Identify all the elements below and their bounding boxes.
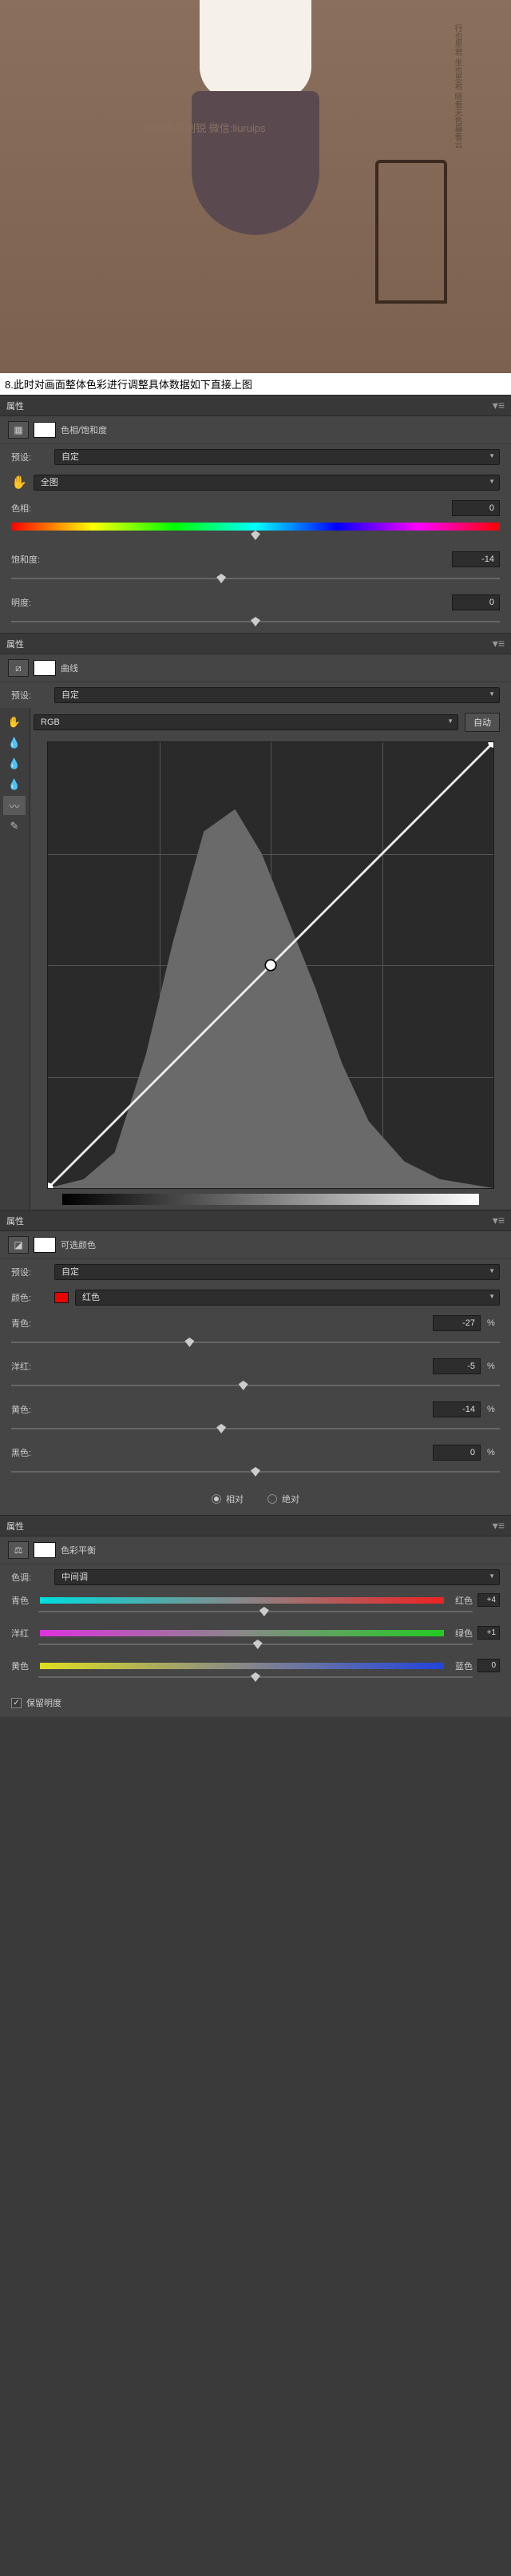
green-end-label: 绿色 — [449, 1627, 473, 1640]
yel-end-label: 黄色 — [11, 1660, 35, 1672]
hsl-icon: ▦ — [8, 421, 29, 439]
pct-label: % — [487, 1405, 500, 1414]
panel-menu-icon[interactable]: ▾≡ — [493, 399, 505, 412]
tone-select[interactable]: 中间调 — [54, 1569, 500, 1585]
cyan-end-label: 青色 — [11, 1594, 35, 1607]
tone-label: 色调: — [11, 1571, 48, 1584]
yel-slider[interactable] — [11, 1427, 500, 1430]
selcol-preset-select[interactable]: 自定 — [54, 1264, 500, 1280]
cb-v2-input[interactable] — [477, 1626, 500, 1640]
layer-mask-icon[interactable] — [34, 1237, 56, 1253]
curves-tools: ✋ 💧 💧 💧 〰 ✎ — [0, 708, 30, 1210]
hue-input[interactable] — [452, 500, 500, 516]
hand-tool-icon[interactable]: ✋ — [11, 475, 27, 491]
eyedrop-black-icon[interactable]: 💧 — [3, 733, 26, 753]
hsl-title: 色相/饱和度 — [61, 423, 107, 436]
radio-absolute[interactable]: 绝对 — [267, 1493, 299, 1505]
cbal-icon: ⚖ — [8, 1541, 29, 1559]
pencil-tool-icon[interactable]: ✎ — [3, 817, 26, 836]
curves-icon: ⧄ — [8, 659, 29, 677]
lum-label: 明度: — [11, 596, 48, 609]
point-tool-icon[interactable]: 〰 — [3, 796, 26, 815]
mag-end-label: 洋红 — [11, 1627, 35, 1640]
panel-menu-icon[interactable]: ▾≡ — [493, 637, 505, 650]
mag-label: 洋红: — [11, 1360, 48, 1373]
curves-channel-select[interactable]: RGB — [34, 714, 458, 730]
hero-watermark: @修图师刘锐 微信:liuruips — [144, 120, 266, 135]
curves-title: 曲线 — [61, 662, 78, 674]
mag-green-gradient — [40, 1630, 444, 1636]
cyan-label: 青色: — [11, 1317, 48, 1330]
step-caption: 8.此时对画面整体色彩进行调整具体数据如下直接上图 — [0, 373, 511, 395]
cbal-title: 色彩平衡 — [61, 1544, 96, 1556]
blk-input[interactable] — [433, 1445, 481, 1461]
panel-title: 属性 — [6, 400, 24, 412]
hand-tool-icon[interactable]: ✋ — [3, 713, 26, 732]
preserve-lum-label: 保留明度 — [26, 1696, 61, 1709]
yel-label: 黄色: — [11, 1403, 48, 1416]
sat-slider[interactable] — [11, 577, 500, 580]
red-end-label: 红色 — [449, 1594, 473, 1607]
panel-title: 属性 — [6, 1520, 24, 1532]
hue-gradient — [11, 523, 500, 531]
eyedrop-gray-icon[interactable]: 💧 — [3, 754, 26, 773]
hue-label: 色相: — [11, 502, 48, 515]
yel-blue-gradient — [40, 1663, 444, 1669]
cyan-slider[interactable] — [11, 1341, 500, 1344]
hero-photo: 行也思君 坐也思君 晓看天色暮看云 @修图师刘锐 微信:liuruips — [0, 0, 511, 373]
layer-mask-icon[interactable] — [34, 660, 56, 676]
blk-label: 黑色: — [11, 1446, 48, 1459]
channel-select[interactable]: 全图 — [34, 475, 500, 491]
panel-selective-color: 属性 ▾≡ ◪ 可选颜色 预设: 自定 颜色: 红色 青色: % 洋红: % 黄… — [0, 1210, 511, 1515]
yel-input[interactable] — [433, 1401, 481, 1417]
pct-label: % — [487, 1362, 500, 1371]
cb-v1-input[interactable] — [477, 1593, 500, 1607]
lum-input[interactable] — [452, 594, 500, 610]
selcol-icon: ◪ — [8, 1236, 29, 1254]
cb-v3-input[interactable] — [477, 1659, 500, 1672]
cb-slider-3[interactable] — [38, 1676, 473, 1685]
output-gradient — [62, 1194, 479, 1205]
blk-slider[interactable] — [11, 1470, 500, 1473]
radio-relative[interactable]: 相对 — [212, 1493, 244, 1505]
preserve-lum-checkbox[interactable]: ✓ — [11, 1698, 22, 1708]
panel-title: 属性 — [6, 638, 24, 650]
pct-label: % — [487, 1318, 500, 1328]
panel-menu-icon[interactable]: ▾≡ — [493, 1519, 505, 1532]
curves-preset-select[interactable]: 自定 — [54, 687, 500, 703]
panel-hsl: 属性 ▾≡ ▦ 色相/饱和度 预设: 自定 ✋ 全图 色相: 饱和度: 明度: — [0, 395, 511, 633]
color-swatch-red — [54, 1292, 69, 1303]
cb-slider-2[interactable] — [38, 1643, 473, 1652]
hero-poem: 行也思君 坐也思君 晓看天色暮看云 — [451, 24, 463, 149]
auto-button[interactable]: 自动 — [465, 713, 500, 732]
blue-end-label: 蓝色 — [449, 1660, 473, 1672]
color-label: 颜色: — [11, 1291, 48, 1304]
layer-mask-icon[interactable] — [34, 1542, 56, 1558]
color-select[interactable]: 红色 — [75, 1290, 500, 1306]
mag-input[interactable] — [433, 1358, 481, 1374]
selcol-title: 可选颜色 — [61, 1238, 96, 1251]
eyedrop-white-icon[interactable]: 💧 — [3, 775, 26, 794]
hue-slider[interactable] — [11, 534, 500, 537]
panel-curves: 属性 ▾≡ ⧄ 曲线 预设: 自定 ✋ 💧 💧 💧 〰 ✎ RGB 自动 — [0, 633, 511, 1210]
sat-label: 饱和度: — [11, 553, 48, 566]
cyan-red-gradient — [40, 1597, 444, 1604]
panel-menu-icon[interactable]: ▾≡ — [493, 1214, 505, 1227]
cyan-input[interactable] — [433, 1315, 481, 1331]
panel-color-balance: 属性 ▾≡ ⚖ 色彩平衡 色调: 中间调 青色 红色 洋红 绿色 黄色 蓝色 — [0, 1515, 511, 1717]
pct-label: % — [487, 1448, 500, 1457]
preset-select[interactable]: 自定 — [54, 449, 500, 465]
panel-title: 属性 — [6, 1214, 24, 1227]
preset-label: 预设: — [11, 1266, 48, 1278]
preset-label: 预设: — [11, 689, 48, 702]
layer-mask-icon[interactable] — [34, 422, 56, 438]
preset-label: 预设: — [11, 451, 48, 463]
cb-slider-1[interactable] — [38, 1610, 473, 1620]
sat-input[interactable] — [452, 551, 500, 567]
curves-canvas[interactable] — [47, 741, 494, 1189]
mag-slider[interactable] — [11, 1384, 500, 1387]
lum-slider[interactable] — [11, 620, 500, 623]
